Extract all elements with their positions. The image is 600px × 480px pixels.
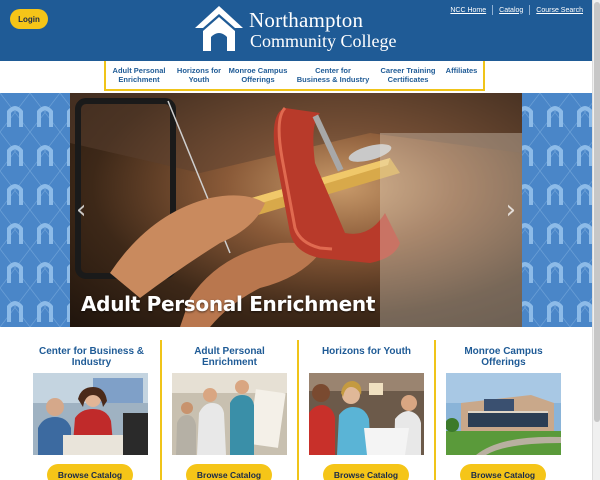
nav-item-affiliates[interactable]: Affiliates <box>440 61 483 89</box>
nav-label: Offerings <box>241 75 275 84</box>
nav-item-career-training[interactable]: Career Training Certificates <box>376 61 440 89</box>
page-scrollbar[interactable] <box>592 0 600 480</box>
login-button[interactable]: Login <box>10 9 48 29</box>
browse-catalog-button[interactable]: Browse Catalog <box>323 464 409 480</box>
nav-label: Adult Personal <box>112 66 166 75</box>
art-class-photo <box>172 373 287 455</box>
nav-label: Enrichment <box>118 75 160 84</box>
ncc-logo-icon <box>195 6 243 51</box>
logo-name-line2: Community College <box>250 31 397 51</box>
card-title[interactable]: Adult Personal Enrichment <box>168 346 291 368</box>
nav-label: Affiliates <box>445 66 478 75</box>
nav-item-center-for-business[interactable]: Center for Business & Industry <box>290 61 376 89</box>
catalog-link[interactable]: Catalog <box>493 7 529 14</box>
card-image-business[interactable] <box>33 373 148 455</box>
hero-caption: Adult Personal Enrichment <box>81 292 376 316</box>
chevron-left-icon[interactable]: ‹ <box>76 195 86 225</box>
campus-building-photo <box>446 373 561 455</box>
main-nav: Adult Personal Enrichment Horizons for Y… <box>104 61 485 91</box>
logo-name-line1: Northampton <box>249 8 364 32</box>
nav-label: Career Training <box>380 66 436 75</box>
chevron-right-icon[interactable]: › <box>506 195 516 225</box>
nav-label: Monroe Campus <box>228 66 288 75</box>
card-image-enrichment[interactable] <box>172 373 287 455</box>
card-image-youth[interactable] <box>309 373 424 455</box>
card-image-monroe[interactable] <box>446 373 561 455</box>
program-cards: Center for Business & Industry Browse Ca… <box>23 340 575 480</box>
card-monroe-campus-offerings: Monroe Campus Offerings Browse Catalog <box>434 340 571 480</box>
browse-catalog-button[interactable]: Browse Catalog <box>186 464 272 480</box>
card-adult-personal-enrichment: Adult Personal Enrichment Browse Catalog <box>160 340 297 480</box>
college-logo[interactable]: Northampton Community College <box>194 5 397 53</box>
card-title[interactable]: Center for Business & Industry <box>29 346 154 368</box>
nav-label: Business & Industry <box>296 75 370 84</box>
nav-label: Certificates <box>387 75 429 84</box>
ncc-home-link[interactable]: NCC Home <box>444 7 492 14</box>
hero-slide-image[interactable]: Adult Personal Enrichment ‹ › <box>70 93 522 327</box>
card-title[interactable]: Horizons for Youth <box>305 346 428 357</box>
meeting-photo <box>33 373 148 455</box>
browse-catalog-button[interactable]: Browse Catalog <box>47 464 133 480</box>
nav-item-adult-personal-enrichment[interactable]: Adult Personal Enrichment <box>106 61 172 89</box>
nav-label: Center for <box>315 66 351 75</box>
course-search-link[interactable]: Course Search <box>530 7 589 14</box>
site-header: Login Northampton Community College NCC … <box>0 0 600 58</box>
utility-links: NCC Home Catalog Course Search <box>444 5 589 15</box>
browse-catalog-button[interactable]: Browse Catalog <box>460 464 546 480</box>
card-business-industry: Center for Business & Industry Browse Ca… <box>23 340 160 480</box>
scrollbar-thumb[interactable] <box>594 2 600 422</box>
card-horizons-for-youth: Horizons for Youth Browse Catalog <box>297 340 434 480</box>
card-title[interactable]: Monroe Campus Offerings <box>442 346 565 368</box>
nav-label: Youth <box>188 75 210 84</box>
nav-item-monroe-campus-offerings[interactable]: Monroe Campus Offerings <box>226 61 290 89</box>
nav-item-horizons-for-youth[interactable]: Horizons for Youth <box>172 61 226 89</box>
nav-label: Horizons for <box>176 66 222 75</box>
youth-lab-photo <box>309 373 424 455</box>
